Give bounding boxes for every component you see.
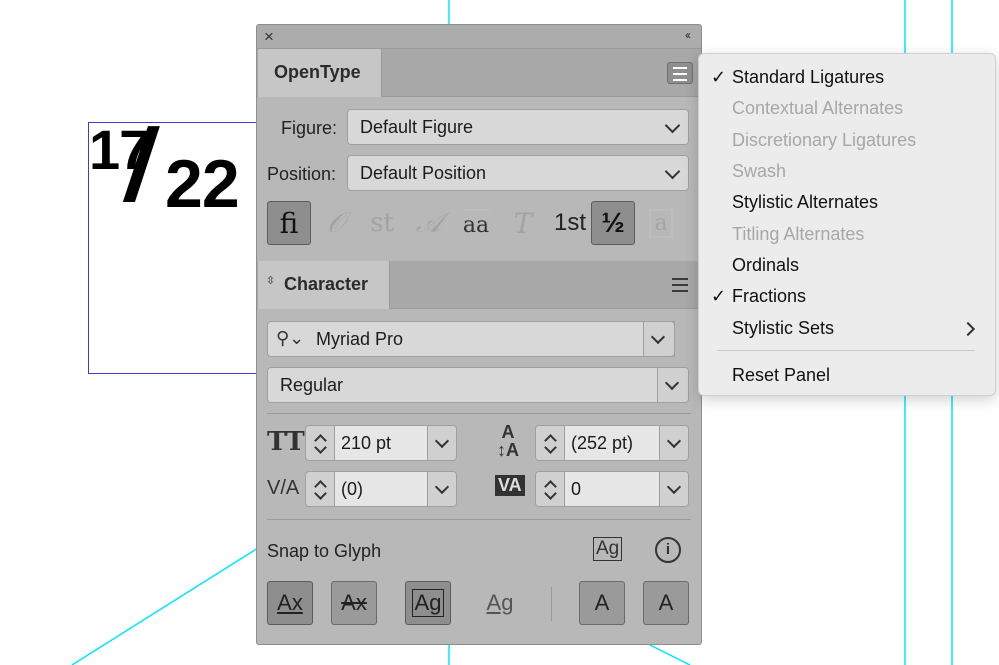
figure-label: Figure: xyxy=(281,118,338,138)
tracking-icon: VA xyxy=(495,475,525,496)
font-size-icon: TT xyxy=(267,427,305,457)
font-size-value[interactable]: 210 pt xyxy=(335,425,427,461)
ordinals-icon[interactable]: 1st xyxy=(548,201,592,245)
swash-icon[interactable]: 𝒜 xyxy=(407,201,451,245)
check-icon: ✓ xyxy=(711,67,727,87)
opentype-tab-strip: OpenType xyxy=(257,49,701,97)
character-menu-button[interactable] xyxy=(667,274,693,296)
kerning-field[interactable]: (0) xyxy=(305,471,457,507)
expand-collapse-icon[interactable]: ⇳ xyxy=(266,274,275,287)
snap-angular-button[interactable]: A xyxy=(579,581,625,625)
snap-proximity-button[interactable]: Ag xyxy=(477,581,523,625)
menu-item-standard-ligatures[interactable]: Standard Ligatures xyxy=(732,67,884,88)
tracking-field[interactable]: 0 xyxy=(535,471,689,507)
stylistic-alternates-icon[interactable]: aa xyxy=(454,201,498,245)
opentype-flyout-menu: ✓ Standard Ligatures Contextual Alternat… xyxy=(698,53,996,396)
chevron-right-icon xyxy=(960,321,976,337)
menu-item-swash[interactable]: Swash xyxy=(732,161,786,182)
info-icon[interactable]: i xyxy=(655,537,681,563)
snap-anchor-button[interactable]: A xyxy=(643,581,689,625)
tracking-value[interactable]: 0 xyxy=(565,471,659,507)
panel-title-bar[interactable]: × ‹‹ xyxy=(257,25,701,49)
kerning-value[interactable]: (0) xyxy=(335,471,427,507)
tab-character[interactable]: ⇳ Character xyxy=(258,261,390,309)
menu-item-titling-alternates[interactable]: Titling Alternates xyxy=(732,224,864,245)
snap-x-height-button[interactable]: Ax xyxy=(331,581,377,625)
fractions-icon[interactable]: ½ xyxy=(591,201,635,245)
menu-item-fractions[interactable]: Fractions xyxy=(732,286,806,307)
figure-value: Default Figure xyxy=(360,116,474,137)
menu-item-reset-panel[interactable]: Reset Panel xyxy=(732,365,830,386)
opentype-menu-button[interactable] xyxy=(667,62,693,84)
chevron-down-icon xyxy=(664,163,681,180)
leading-value[interactable]: (252 pt) xyxy=(565,425,659,461)
tracking-dropdown-button[interactable] xyxy=(659,471,689,507)
menu-item-contextual-alternates[interactable]: Contextual Alternates xyxy=(732,98,903,119)
leading-stepper[interactable] xyxy=(535,425,565,461)
position-value: Default Position xyxy=(360,162,487,183)
divider xyxy=(267,413,691,414)
font-family-field[interactable]: ⚲⌄ Myriad Pro xyxy=(267,321,675,357)
menu-item-stylistic-sets[interactable]: Stylistic Sets xyxy=(732,318,834,339)
titling-alternates-icon[interactable]: T xyxy=(501,201,545,245)
position-dropdown[interactable]: Default Position xyxy=(347,155,689,191)
figure-dropdown[interactable]: Default Figure xyxy=(347,109,689,145)
collapse-panel-icon[interactable]: ‹‹ xyxy=(685,28,691,42)
chevron-down-icon xyxy=(664,117,681,134)
opentype-glyph-buttons: ﬁ 𝒪 st 𝒜 aa T 1st ½ a xyxy=(267,201,693,247)
divider xyxy=(551,587,552,621)
menu-item-stylistic-alternates[interactable]: Stylistic Alternates xyxy=(732,192,878,213)
search-icon[interactable]: ⚲⌄ xyxy=(276,328,304,349)
kerning-icon: V/A xyxy=(267,477,300,499)
leading-icon: A ↕A xyxy=(497,422,519,460)
check-icon: ✓ xyxy=(711,286,727,306)
menu-item-discretionary-ligatures[interactable]: Discretionary Ligatures xyxy=(732,130,916,151)
menu-separator xyxy=(717,350,975,351)
font-size-field[interactable]: 210 pt xyxy=(305,425,457,461)
fraction-denominator: 22 xyxy=(165,146,240,222)
stylistic-sets-icon[interactable]: a xyxy=(639,201,683,245)
font-size-stepper[interactable] xyxy=(305,425,335,461)
leading-dropdown-button[interactable] xyxy=(659,425,689,461)
kerning-stepper[interactable] xyxy=(305,471,335,507)
kerning-dropdown-button[interactable] xyxy=(427,471,457,507)
close-icon[interactable]: × xyxy=(264,27,274,47)
fraction-text[interactable]: 17 / 22 xyxy=(87,108,262,228)
font-style-dropdown[interactable]: Regular xyxy=(267,367,689,403)
character-tab-strip: ⇳ Character xyxy=(257,261,701,309)
font-size-dropdown-button[interactable] xyxy=(427,425,457,461)
tab-opentype[interactable]: OpenType xyxy=(258,49,382,97)
menu-item-ordinals[interactable]: Ordinals xyxy=(732,255,799,276)
glyph-bounds-icon[interactable]: Ag xyxy=(593,537,623,561)
tracking-stepper[interactable] xyxy=(535,471,565,507)
position-label: Position: xyxy=(267,164,337,184)
snap-baseline-button[interactable]: Ax xyxy=(267,581,313,625)
snap-glyph-bounds-button[interactable]: Ag xyxy=(405,581,451,625)
font-family-dropdown-button[interactable] xyxy=(643,321,675,357)
snap-buttons: Ax Ax Ag Ag A A xyxy=(267,581,691,627)
snap-to-glyph-label: Snap to Glyph xyxy=(267,541,382,561)
divider xyxy=(267,519,691,520)
leading-field[interactable]: (252 pt) xyxy=(535,425,689,461)
discretionary-ligature-icon[interactable]: st xyxy=(360,201,404,245)
type-panel: × ‹‹ OpenType Figure: Default Figure Pos… xyxy=(256,24,702,645)
contextual-alternates-icon[interactable]: 𝒪 xyxy=(314,201,358,245)
ligature-icon[interactable]: ﬁ xyxy=(267,201,311,245)
font-style-dropdown-button[interactable] xyxy=(657,367,689,403)
